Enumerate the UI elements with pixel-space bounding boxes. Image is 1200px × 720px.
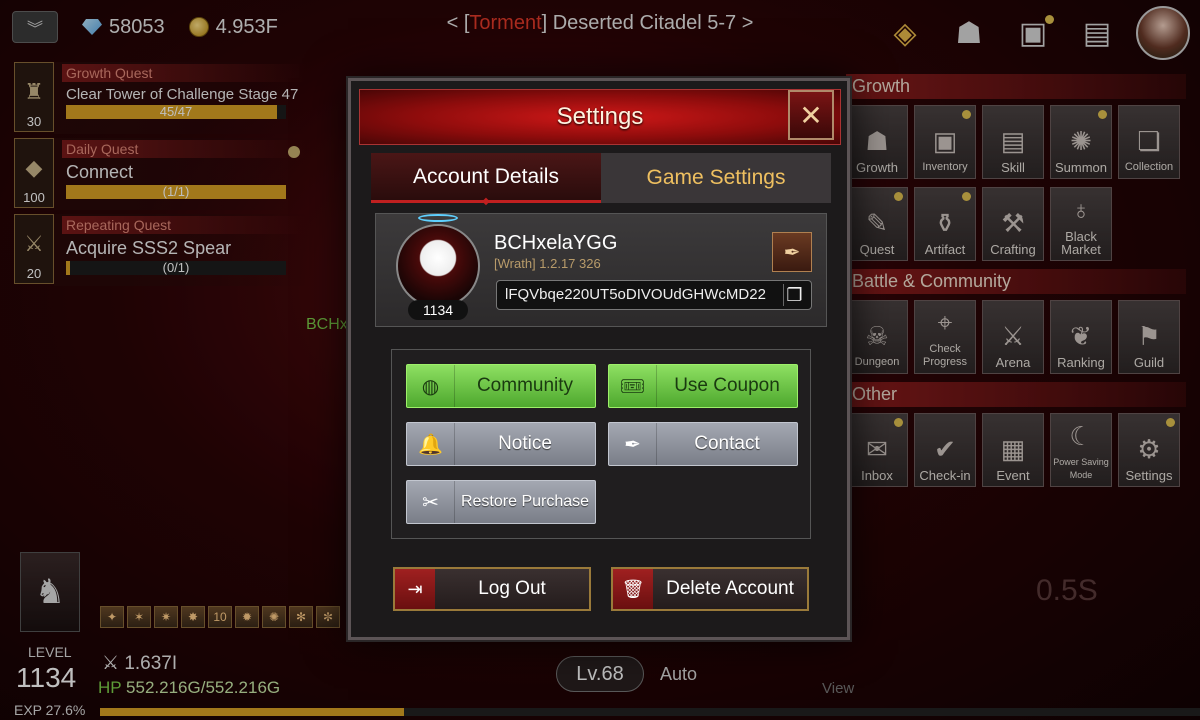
account-name: BCHxelaYGG: [494, 232, 618, 254]
close-button[interactable]: ✕: [788, 90, 834, 140]
button-label: Log Out: [478, 578, 546, 599]
contact-button[interactable]: ✒ Contact: [608, 422, 798, 466]
account-version: [Wrath] 1.2.17 326: [494, 256, 601, 271]
button-label: Community: [476, 375, 574, 396]
button-label: Use Coupon: [674, 375, 780, 396]
copy-icon[interactable]: ❐: [783, 284, 805, 306]
account-card: 1134 BCHxelaYGG [Wrath] 1.2.17 326 ✒ lFQ…: [375, 213, 827, 327]
exit-icon: ⇥: [395, 569, 435, 609]
action-panel: ◍ Community 🎟 Use Coupon 🔔 Notice ✒ Cont…: [391, 349, 811, 539]
trash-icon: 🗑: [613, 569, 653, 609]
dialog-title: Settings: [556, 103, 644, 130]
close-icon: ✕: [799, 99, 823, 131]
profile-avatar[interactable]: [396, 224, 480, 308]
button-label: Delete Account: [666, 578, 794, 599]
community-button[interactable]: ◍ Community: [406, 364, 596, 408]
use-coupon-button[interactable]: 🎟 Use Coupon: [608, 364, 798, 408]
quill-icon: ✒: [609, 423, 657, 465]
button-label: Contact: [694, 433, 760, 454]
active-tab-marker-icon: ◆: [482, 196, 490, 207]
logout-button[interactable]: ⇥ Log Out: [393, 567, 591, 611]
avatar-level-badge: 1134: [408, 300, 468, 320]
settings-dialog: Settings ✕ Account Details ◆ Game Settin…: [348, 78, 850, 640]
account-id: lFQVbqe220UT5oDIVOUdGHWcMD22: [505, 286, 766, 303]
halo-icon: [418, 214, 458, 222]
account-id-field[interactable]: lFQVbqe220UT5oDIVOUdGHWcMD22 ❐: [496, 280, 812, 310]
edit-name-button[interactable]: ✒: [772, 232, 812, 272]
tab-game-settings[interactable]: Game Settings: [601, 153, 831, 203]
delete-account-button[interactable]: 🗑 Delete Account: [611, 567, 809, 611]
globe-icon: ◍: [407, 365, 455, 407]
tab-account-details[interactable]: Account Details ◆: [371, 153, 601, 207]
bell-icon: 🔔: [407, 423, 455, 465]
tab-label: Game Settings: [646, 166, 786, 189]
restore-purchase-button[interactable]: ✂ Restore Purchase: [406, 480, 596, 524]
button-label: Restore Purchase: [460, 493, 590, 510]
notice-button[interactable]: 🔔 Notice: [406, 422, 596, 466]
dialog-header: Settings ✕: [359, 89, 841, 145]
button-label: Notice: [498, 433, 552, 454]
ticket-icon: 🎟: [609, 365, 657, 407]
tab-label: Account Details: [413, 164, 559, 188]
tab-bar: Account Details ◆ Game Settings: [371, 153, 831, 207]
quill-icon: ✒: [783, 241, 801, 264]
wrench-icon: ✂: [407, 481, 455, 523]
